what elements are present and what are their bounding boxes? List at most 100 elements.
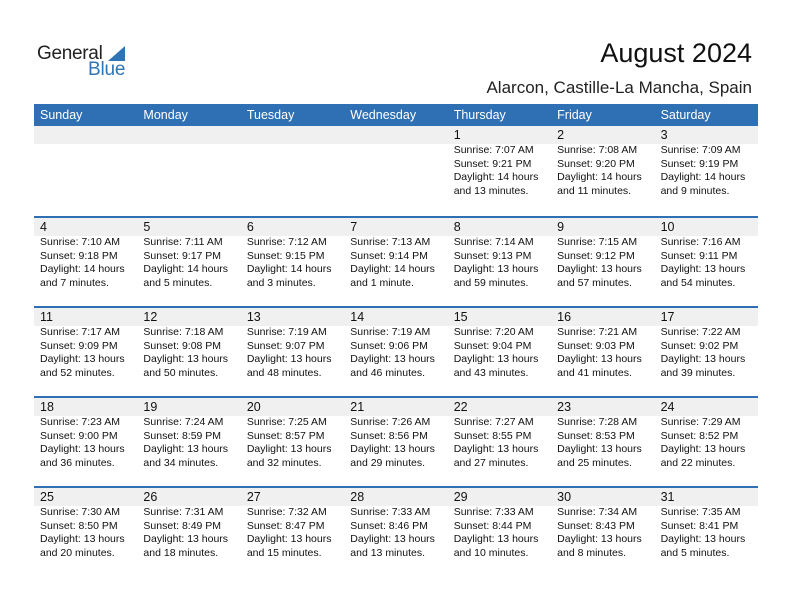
sunset-time: Sunset: 9:09 PM	[40, 339, 118, 352]
day-cell: Sunrise: 7:11 AM Sunset: 9:17 PM Daylight:…	[137, 236, 240, 290]
daylight-duration: and 25 minutes.	[557, 456, 632, 469]
sunrise-time: Sunrise: 7:21 AM	[557, 326, 638, 338]
daylight-duration: and 48 minutes.	[246, 366, 322, 379]
day-cell: Sunrise: 7:21 AM Sunset: 9:03 PM Daylight:…	[551, 326, 654, 380]
day-info-row: Sunrise: 7:10 AM Sunset: 9:18 PM Daylight:…	[34, 236, 758, 290]
day-cell: Sunrise: 7:29 AM Sunset: 8:52 PM Daylight:…	[655, 416, 758, 470]
sunrise-time: Sunrise: 7:13 AM	[350, 236, 431, 248]
sunrise-time: Sunrise: 7:34 AM	[557, 506, 638, 518]
day-number	[137, 126, 240, 144]
day-number: 31	[660, 490, 675, 504]
daylight-duration: Daylight: 13 hours	[143, 353, 229, 366]
daylight-duration: and 50 minutes.	[143, 366, 219, 379]
daylight-duration: and 57 minutes.	[557, 276, 632, 289]
sunset-time: Sunset: 8:49 PM	[143, 519, 222, 532]
daylight-duration: and 22 minutes.	[660, 456, 736, 469]
weekday-header: Thursday	[453, 108, 506, 122]
day-cell: Sunrise: 7:14 AM Sunset: 9:13 PM Daylight:…	[448, 236, 551, 290]
day-cell: Sunrise: 7:25 AM Sunset: 8:57 PM Daylight:…	[241, 416, 344, 470]
daylight-duration: and 5 minutes.	[660, 546, 730, 559]
daylight-duration: Daylight: 13 hours	[660, 533, 746, 546]
day-cell: Sunrise: 7:23 AM Sunset: 9:00 PM Daylight:…	[34, 416, 137, 470]
daylight-duration: Daylight: 14 hours	[557, 171, 642, 184]
daylight-duration: and 13 minutes.	[350, 546, 425, 559]
day-number: 21	[350, 400, 365, 414]
day-number: 19	[143, 400, 158, 414]
daylight-duration: Daylight: 13 hours	[246, 533, 332, 546]
day-cell	[137, 144, 240, 198]
daylight-duration: Daylight: 13 hours	[660, 263, 746, 276]
day-number: 4	[40, 220, 47, 234]
daylight-duration: and 9 minutes.	[660, 184, 730, 197]
calendar-week-row: 25 26 27 28 29 30 31 Sunrise: 7:30 AM Sunset: 8:…	[34, 486, 758, 576]
daylight-duration: Daylight: 13 hours	[453, 533, 539, 546]
day-number: 5	[143, 220, 151, 234]
logo-text-blue: Blue	[88, 59, 126, 80]
daylight-duration: Daylight: 13 hours	[660, 353, 746, 366]
sunset-time: Sunset: 8:41 PM	[660, 519, 739, 532]
daylight-duration: Daylight: 13 hours	[40, 533, 125, 546]
weekday-header-row: Sunday Monday Tuesday Wednesday Thursday…	[34, 104, 758, 126]
sunset-time: Sunset: 8:46 PM	[350, 519, 428, 532]
daylight-duration: and 5 minutes.	[143, 276, 213, 289]
day-cell: Sunrise: 7:22 AM Sunset: 9:02 PM Daylight:…	[655, 326, 758, 380]
day-cell: Sunrise: 7:16 AM Sunset: 9:11 PM Daylight:…	[655, 236, 758, 290]
day-number: 23	[557, 400, 572, 414]
day-number: 7	[350, 220, 358, 234]
sunset-time: Sunset: 9:20 PM	[557, 157, 635, 170]
sunrise-time: Sunrise: 7:25 AM	[246, 416, 327, 428]
sunset-time: Sunset: 8:53 PM	[557, 429, 635, 442]
sunset-time: Sunset: 8:47 PM	[246, 519, 325, 532]
day-number-row: 1 2 3	[34, 126, 758, 144]
location-subtitle: Alarcon, Castille-La Mancha, Spain	[486, 78, 752, 97]
daylight-duration: and 46 minutes.	[350, 366, 425, 379]
day-number: 8	[453, 220, 461, 234]
day-cell: Sunrise: 7:28 AM Sunset: 8:53 PM Daylight:…	[551, 416, 654, 470]
sunrise-time: Sunrise: 7:28 AM	[557, 416, 638, 428]
daylight-duration: Daylight: 13 hours	[453, 443, 539, 456]
sunrise-time: Sunrise: 7:30 AM	[40, 506, 120, 518]
day-cell: Sunrise: 7:13 AM Sunset: 9:14 PM Daylight:…	[344, 236, 447, 290]
sunrise-time: Sunrise: 7:08 AM	[557, 144, 638, 156]
day-cell: Sunrise: 7:18 AM Sunset: 9:08 PM Daylight:…	[137, 326, 240, 380]
day-number: 9	[557, 220, 565, 234]
sunrise-time: Sunrise: 7:33 AM	[350, 506, 431, 518]
sunrise-time: Sunrise: 7:31 AM	[143, 506, 224, 518]
sunrise-time: Sunrise: 7:32 AM	[246, 506, 327, 518]
day-number	[344, 126, 447, 144]
weekday-header: Monday	[143, 108, 188, 122]
sunset-time: Sunset: 8:59 PM	[143, 429, 222, 442]
calendar-week-row: 18 19 20 21 22 23 24 Sunrise: 7:23 AM Sunset: 9:…	[34, 396, 758, 486]
sunset-time: Sunset: 9:15 PM	[246, 249, 325, 262]
day-number: 12	[143, 310, 158, 324]
daylight-duration: and 7 minutes.	[40, 276, 109, 289]
day-cell: Sunrise: 7:10 AM Sunset: 9:18 PM Daylight:…	[34, 236, 137, 290]
daylight-duration: and 20 minutes.	[40, 546, 115, 559]
brand-logo: General Blue	[37, 43, 137, 83]
day-cell: Sunrise: 7:19 AM Sunset: 9:07 PM Daylight:…	[241, 326, 344, 380]
daylight-duration: Daylight: 13 hours	[453, 353, 539, 366]
calendar-grid: Sunday Monday Tuesday Wednesday Thursday…	[34, 104, 758, 576]
calendar-week-row: 11 12 13 14 15 16 17 Sunrise: 7:17 AM Sunset: 9:…	[34, 306, 758, 396]
sunrise-time: Sunrise: 7:14 AM	[453, 236, 534, 248]
day-cell: Sunrise: 7:35 AM Sunset: 8:41 PM Daylight:…	[655, 506, 758, 560]
sunset-time: Sunset: 9:08 PM	[143, 339, 222, 352]
sunrise-time: Sunrise: 7:18 AM	[143, 326, 224, 338]
sunrise-time: Sunrise: 7:19 AM	[350, 326, 431, 338]
day-number: 26	[143, 490, 158, 504]
day-cell: Sunrise: 7:33 AM Sunset: 8:46 PM Daylight:…	[344, 506, 447, 560]
sunrise-time: Sunrise: 7:12 AM	[246, 236, 327, 248]
sunrise-time: Sunrise: 7:29 AM	[660, 416, 741, 428]
sunset-time: Sunset: 8:44 PM	[453, 519, 532, 532]
sunset-time: Sunset: 8:43 PM	[557, 519, 635, 532]
day-number: 11	[40, 310, 53, 324]
day-cell: Sunrise: 7:33 AM Sunset: 8:44 PM Daylight:…	[448, 506, 551, 560]
daylight-duration: Daylight: 13 hours	[557, 263, 642, 276]
day-info-row: Sunrise: 7:23 AM Sunset: 9:00 PM Daylight:…	[34, 416, 758, 470]
sunset-time: Sunset: 9:18 PM	[40, 249, 118, 262]
daylight-duration: and 8 minutes.	[557, 546, 627, 559]
daylight-duration: and 39 minutes.	[660, 366, 736, 379]
day-number: 16	[557, 310, 572, 324]
daylight-duration: and 3 minutes.	[246, 276, 316, 289]
day-cell: Sunrise: 7:15 AM Sunset: 9:12 PM Daylight:…	[551, 236, 654, 290]
